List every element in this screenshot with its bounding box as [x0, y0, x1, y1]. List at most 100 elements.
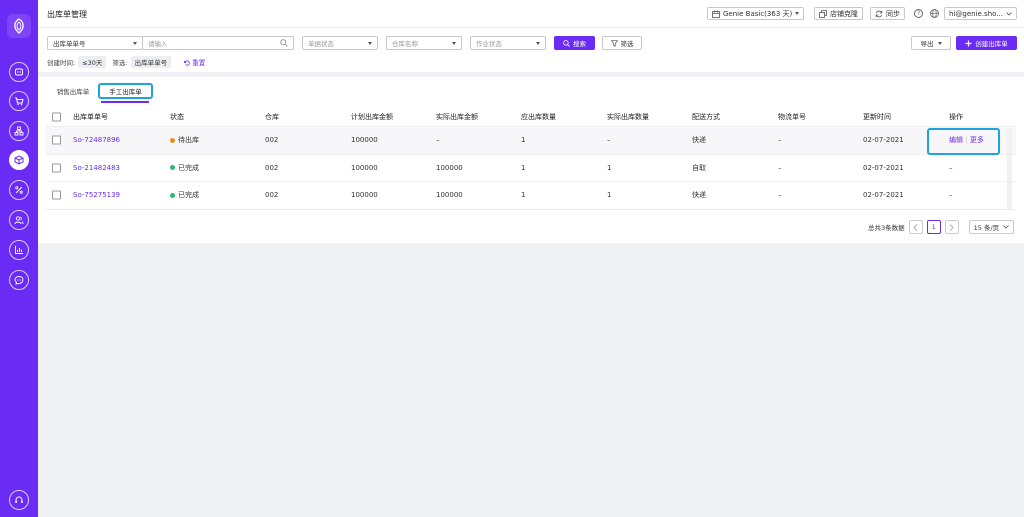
sync-button[interactable]: 同步	[870, 7, 905, 20]
help-icon[interactable]: ?	[914, 9, 923, 18]
search-button[interactable]: 搜索	[554, 36, 595, 50]
plan-button[interactable]: Genie Basic(363 天)	[707, 7, 805, 20]
row-checkbox[interactable]	[52, 190, 61, 200]
status-text: 已完成	[178, 163, 199, 172]
reset-label: 重置	[192, 59, 206, 67]
col-header-delivery: 配送方式	[692, 112, 720, 121]
next-page-button[interactable]	[944, 220, 959, 234]
outbound-id-link[interactable]: So-75275139	[73, 191, 120, 199]
nav-support-icon[interactable]	[9, 490, 29, 510]
search-input[interactable]: 请输入	[142, 36, 294, 50]
page-number-button[interactable]: 1	[926, 220, 941, 234]
col-header-status: 状态	[170, 112, 184, 121]
create-outbound-button[interactable]: 创建出库单	[956, 36, 1017, 50]
search-icon	[563, 39, 570, 47]
task-status-select[interactable]: 作业状态	[470, 36, 546, 50]
user-email: hi@genie.sho...	[949, 9, 1003, 18]
tab-manual-outbound[interactable]: 手工出库单	[98, 83, 153, 99]
row-checkbox[interactable]	[52, 135, 61, 145]
nav-inventory-icon[interactable]	[9, 150, 29, 170]
updated-cell: 02-07-2021	[863, 136, 904, 145]
filter-condition-chip[interactable]: 出库单单号	[130, 56, 172, 68]
status-dot-icon	[170, 192, 175, 198]
select-all-checkbox[interactable]	[52, 112, 61, 121]
genie-logo[interactable]	[7, 14, 31, 38]
export-button[interactable]: 导出	[911, 36, 951, 50]
caret-down-icon	[452, 41, 456, 45]
actions-cell: –	[949, 191, 953, 200]
reset-link[interactable]: 重置	[184, 57, 205, 67]
col-header-id: 出库单单号	[73, 112, 108, 121]
caret-down-icon	[368, 41, 372, 45]
row-checkbox[interactable]	[52, 163, 61, 173]
created-time-chip[interactable]: ≤30天	[78, 56, 107, 68]
table-row[interactable]: So-72487896 待出库 002 100000 – 1 – 快递 – 02…	[46, 127, 1016, 155]
tracking-cell: –	[778, 191, 782, 200]
pagination: 总共3条数据 1 15 条/页	[868, 220, 1014, 234]
page-title: 出库单管理	[47, 10, 87, 19]
warehouse-cell: 002	[265, 191, 279, 200]
outbound-id-link[interactable]: So-72487896	[73, 136, 120, 144]
globe-icon[interactable]	[930, 9, 939, 18]
plus-icon	[965, 40, 972, 46]
page-size-select[interactable]: 15 条/页	[968, 220, 1014, 234]
planned-amount-cell: 100000	[351, 163, 378, 172]
nav-dashboard-icon[interactable]	[9, 62, 29, 82]
actions-cell: –	[949, 163, 953, 172]
filter-bar: 出库单单号 请输入 单据状态 仓库名称 作业状态 搜索 筛选 导出 创建出库单 …	[38, 28, 1024, 72]
store-clone-button[interactable]: 店铺克隆	[814, 7, 863, 20]
tab-manual-outbound-label: 手工出库单	[109, 88, 142, 96]
clone-icon	[819, 9, 827, 18]
warehouse-select[interactable]: 仓库名称	[386, 36, 462, 50]
table-scrollbar[interactable]	[1007, 128, 1012, 210]
export-button-label: 导出	[920, 40, 934, 48]
sidebar	[0, 0, 38, 517]
document-status-select[interactable]: 单据状态	[302, 36, 378, 50]
actions-cell: 编辑 | 更多	[949, 136, 984, 145]
filter-button[interactable]: 筛选	[602, 36, 642, 50]
nav-org-icon[interactable]	[9, 121, 29, 141]
actual-amount-cell: –	[436, 136, 440, 145]
should-qty-cell: 1	[521, 163, 526, 172]
should-qty-cell: 1	[521, 136, 526, 145]
tracking-cell: –	[778, 136, 782, 145]
nav-cart-icon[interactable]	[9, 91, 29, 111]
should-qty-cell: 1	[521, 191, 526, 200]
calendar-icon	[712, 10, 720, 18]
nav-chart-icon[interactable]	[9, 240, 29, 260]
nav-percent-icon[interactable]	[9, 180, 29, 200]
top-header: 出库单管理 Genie Basic(363 天) 店铺克隆 同步 ? hi@ge…	[38, 0, 1024, 28]
store-clone-label: 店铺克隆	[830, 9, 858, 18]
delivery-cell: 自取	[692, 163, 706, 172]
col-header-planned-amount: 计划出库金额	[351, 112, 393, 121]
edit-link[interactable]: 编辑	[949, 136, 963, 144]
chevron-down-icon	[1002, 225, 1009, 229]
prev-page-button[interactable]	[908, 220, 923, 234]
actual-amount-cell: 100000	[436, 163, 463, 172]
outbound-id-link[interactable]: So-21482483	[73, 164, 120, 172]
tab-sales-outbound[interactable]: 销售出库单	[50, 83, 96, 99]
sync-label: 同步	[886, 9, 900, 18]
search-field-select[interactable]: 出库单单号	[47, 36, 143, 50]
active-tab-underline	[101, 101, 149, 103]
status-dot-icon	[170, 165, 175, 171]
table-row[interactable]: So-21482483 已完成 002 100000 100000 1 1 自取…	[46, 155, 1016, 182]
status-cell: 已完成	[170, 190, 199, 200]
updated-cell: 02-07-2021	[863, 191, 904, 200]
search-placeholder: 请输入	[148, 40, 168, 48]
chevron-down-icon	[1006, 11, 1012, 16]
nav-users-icon[interactable]	[9, 210, 29, 230]
chevron-down-icon	[795, 12, 800, 15]
chevron-right-icon	[949, 223, 954, 231]
col-header-warehouse: 仓库	[265, 112, 279, 121]
planned-amount-cell: 100000	[351, 191, 378, 200]
warehouse-cell: 002	[265, 136, 279, 145]
table-row[interactable]: So-75275139 已完成 002 100000 100000 1 1 快递…	[46, 182, 1016, 210]
user-menu-button[interactable]: hi@genie.sho...	[944, 7, 1017, 20]
search-icon[interactable]	[280, 39, 288, 47]
nav-message-icon[interactable]	[9, 270, 29, 290]
more-link[interactable]: 更多	[970, 136, 984, 144]
leaf-logo-icon	[14, 18, 24, 34]
created-time-label: 创建时间:	[47, 59, 76, 67]
table-header-row: 出库单单号 状态 仓库 计划出库金额 实际出库金额 应出库数量 实际出库数量 配…	[46, 107, 1016, 127]
